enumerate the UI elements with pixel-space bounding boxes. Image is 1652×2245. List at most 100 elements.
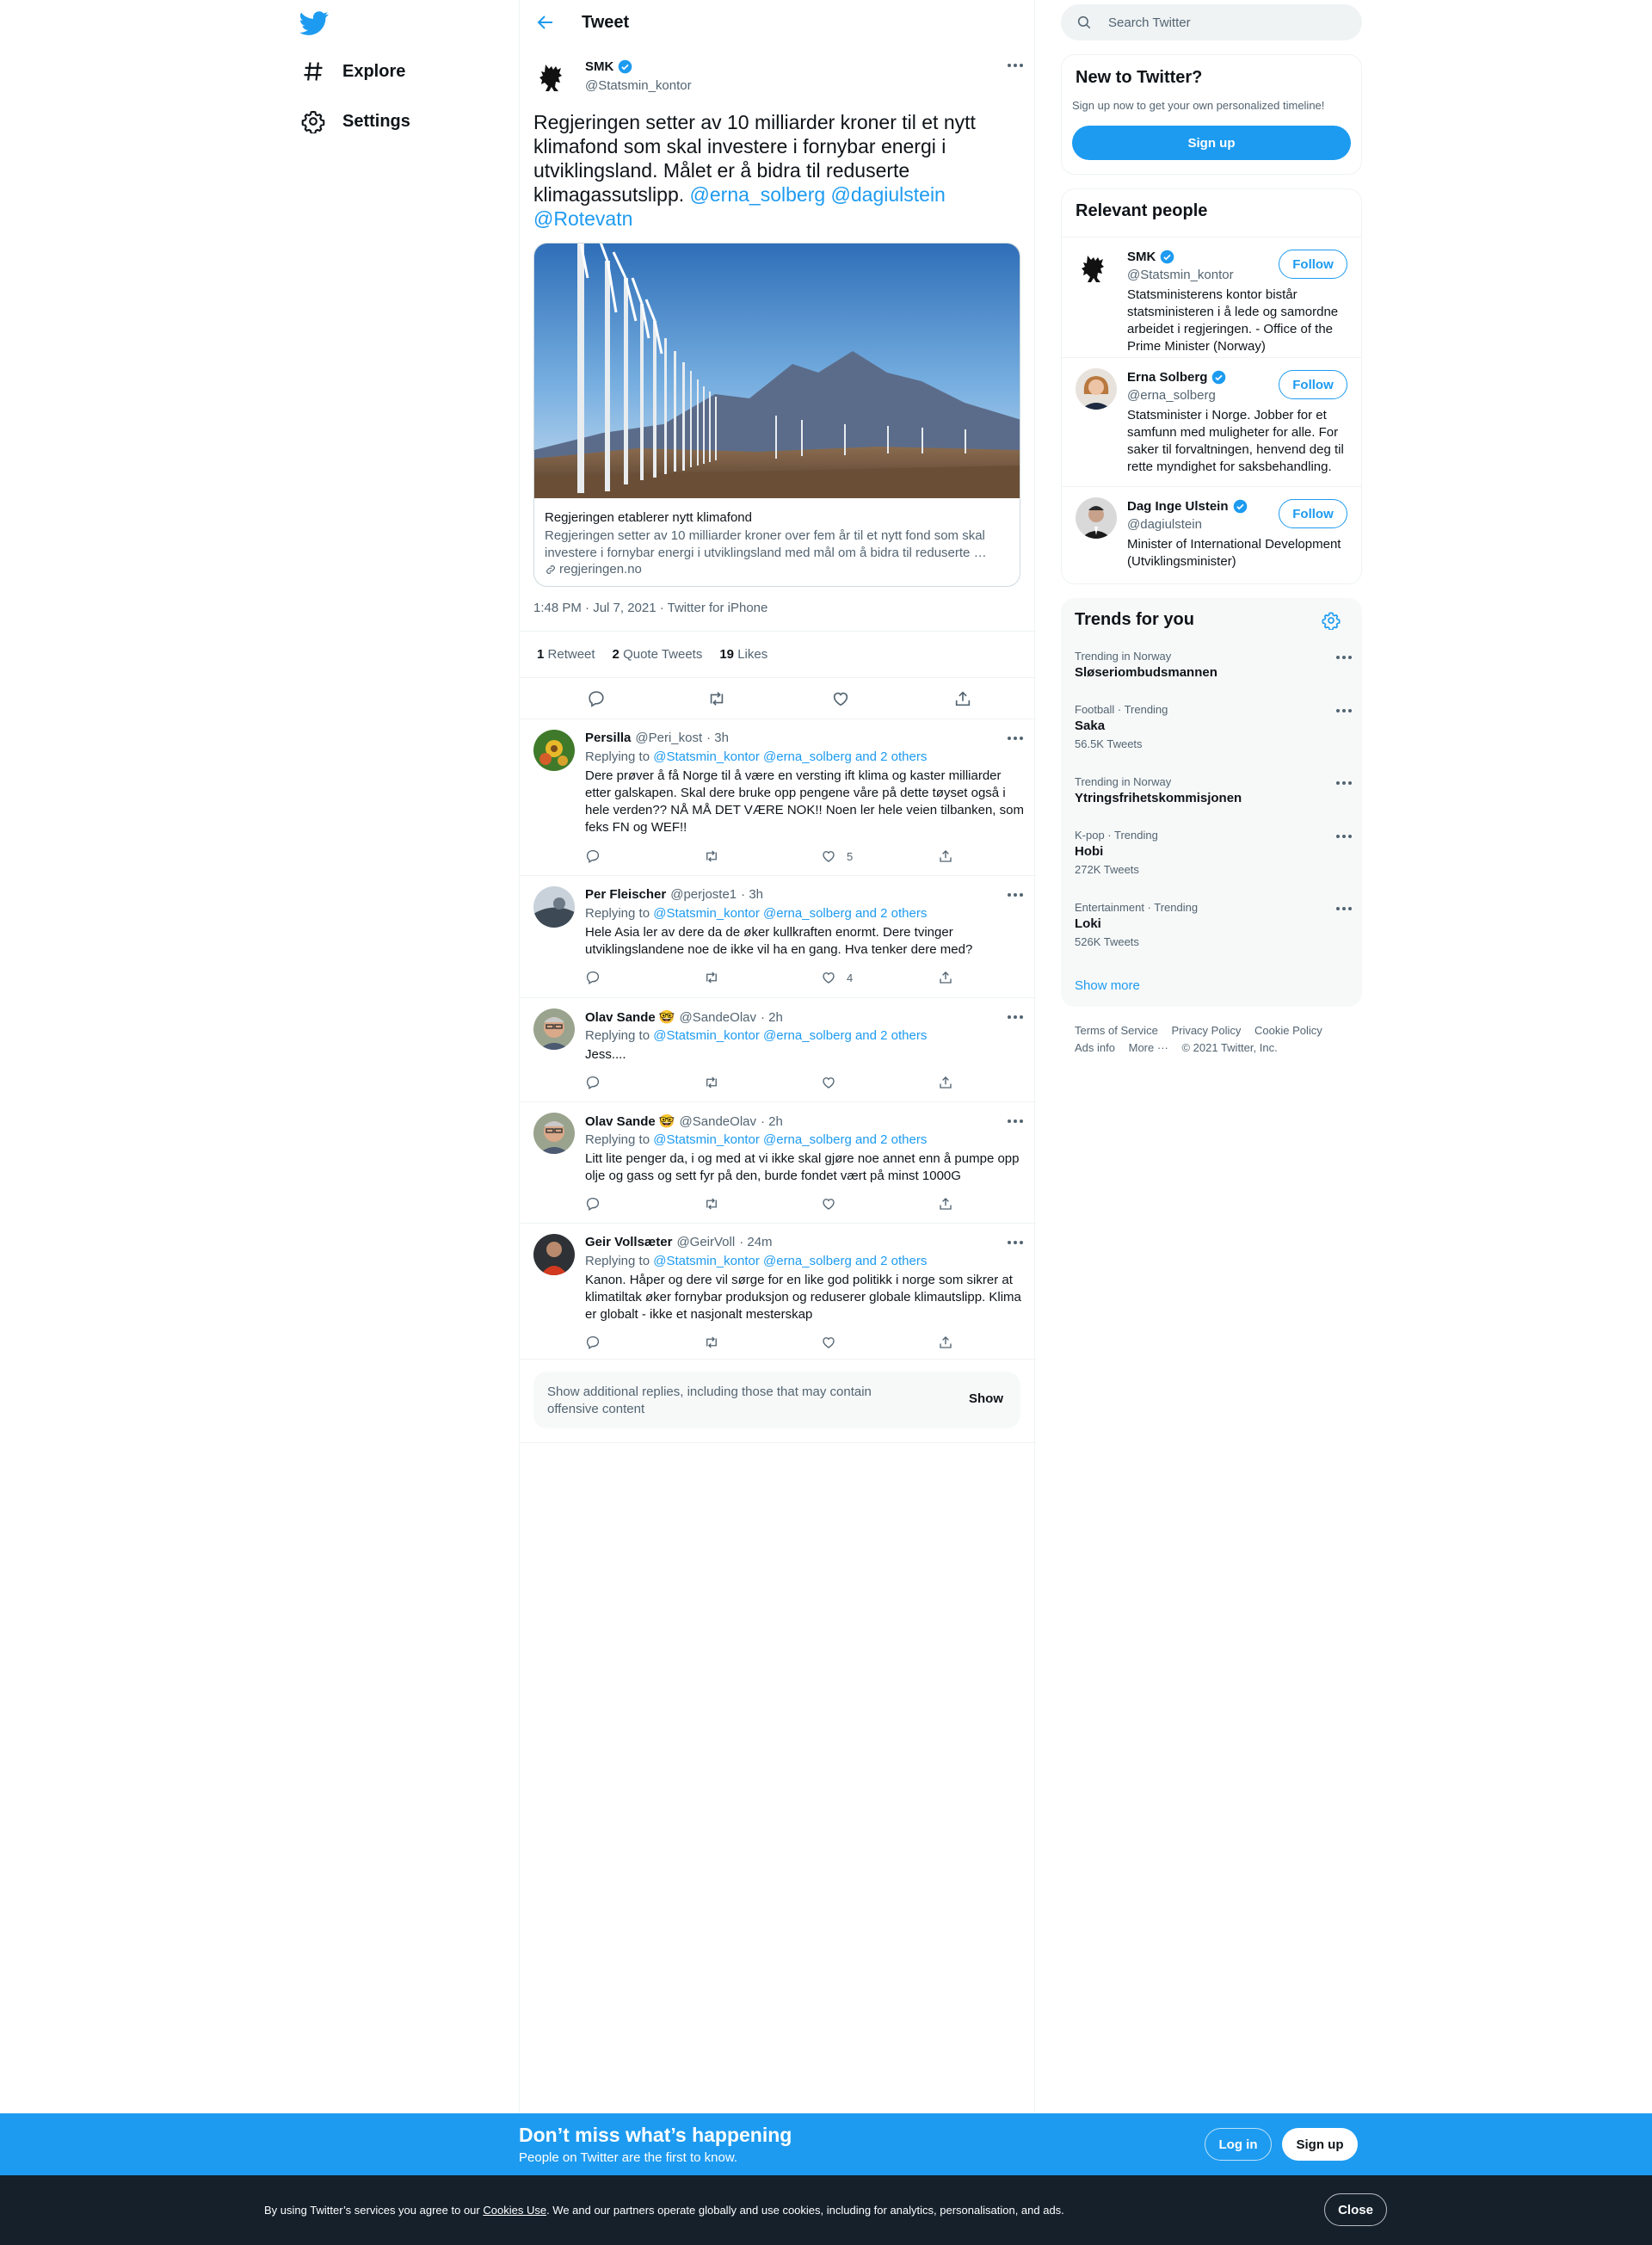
reply-time[interactable]: · 24m: [739, 1235, 772, 1249]
more-icon[interactable]: [1006, 735, 1025, 742]
follow-button[interactable]: Follow: [1279, 370, 1347, 399]
reply-author-handle[interactable]: @SandeOlav: [680, 1114, 756, 1129]
show-button[interactable]: Show: [969, 1391, 1003, 1406]
trend-item[interactable]: Trending in Norway Sløseriombudsmannen: [1075, 650, 1353, 680]
avatar[interactable]: [533, 57, 575, 98]
reply-icon[interactable]: [587, 689, 606, 708]
reply-author-name[interactable]: Olav Sande 🤓: [585, 1009, 675, 1025]
more-icon[interactable]: [1006, 1118, 1025, 1125]
replying-to-links[interactable]: @Statsmin_kontor @erna_solberg and 2 oth…: [653, 1028, 927, 1043]
reply-icon[interactable]: [585, 970, 601, 985]
link-card[interactable]: Regjeringen etablerer nytt klimafond Reg…: [533, 243, 1020, 587]
trends-show-more-link[interactable]: Show more: [1075, 978, 1140, 993]
reply-tweet[interactable]: Per Fleischer @perjoste1 · 3h Replying t…: [520, 876, 1036, 998]
reply-time[interactable]: · 2h: [761, 1010, 783, 1025]
replying-to-links[interactable]: @Statsmin_kontor @erna_solberg and 2 oth…: [653, 906, 927, 921]
author-handle[interactable]: @Statsmin_kontor: [585, 78, 692, 93]
nav-explore[interactable]: Explore: [301, 54, 405, 89]
avatar[interactable]: [533, 1234, 575, 1275]
footer-link[interactable]: Terms of Service: [1075, 1024, 1158, 1037]
share-icon[interactable]: [953, 689, 972, 708]
share-icon[interactable]: [938, 970, 953, 985]
trend-item[interactable]: K-pop · Trending Hobi 272K Tweets: [1075, 829, 1353, 876]
reply-tweet[interactable]: Olav Sande 🤓 @SandeOlav · 2h Replying to…: [520, 1102, 1036, 1224]
reply-author-handle[interactable]: @Peri_kost: [635, 731, 702, 745]
reply-author-handle[interactable]: @GeirVoll: [676, 1235, 735, 1249]
avatar[interactable]: [533, 886, 575, 928]
retweet-icon[interactable]: [704, 848, 719, 864]
avatar[interactable]: [1076, 368, 1117, 410]
mention-link[interactable]: @erna_solberg: [690, 183, 826, 206]
reply-icon[interactable]: [585, 1075, 601, 1090]
log-in-button[interactable]: Log in: [1205, 2128, 1272, 2161]
reply-time[interactable]: · 3h: [741, 887, 763, 902]
like-icon[interactable]: 4: [821, 970, 853, 985]
replying-to-links[interactable]: @Statsmin_kontor @erna_solberg and 2 oth…: [653, 749, 927, 764]
trend-item[interactable]: Entertainment · Trending Loki 526K Tweet…: [1075, 901, 1353, 948]
reply-author-name[interactable]: Persilla: [585, 731, 631, 745]
avatar[interactable]: [533, 730, 575, 771]
back-arrow-icon[interactable]: [535, 12, 558, 34]
nav-settings[interactable]: Settings: [301, 104, 410, 139]
reply-tweet[interactable]: Geir Vollsæter @GeirVoll · 24m Replying …: [520, 1224, 1036, 1360]
follow-button[interactable]: Follow: [1279, 499, 1347, 528]
retweet-icon[interactable]: [704, 1075, 719, 1090]
twitter-logo-icon[interactable]: [299, 9, 330, 40]
footer-link[interactable]: Cookie Policy: [1254, 1024, 1322, 1037]
cookies-use-link[interactable]: Cookies Use: [483, 2204, 546, 2217]
replying-to-links[interactable]: @Statsmin_kontor @erna_solberg and 2 oth…: [653, 1132, 927, 1147]
reply-author-name[interactable]: Olav Sande 🤓: [585, 1113, 675, 1129]
like-icon[interactable]: [821, 1196, 847, 1212]
tweet-author[interactable]: SMK: [585, 59, 632, 74]
reply-tweet[interactable]: Persilla @Peri_kost · 3h Replying to @St…: [520, 719, 1036, 876]
trend-item[interactable]: Football · Trending Saka 56.5K Tweets: [1075, 703, 1352, 750]
follow-button[interactable]: Follow: [1279, 250, 1347, 279]
footer-link[interactable]: More ···: [1129, 1041, 1168, 1054]
like-icon[interactable]: 5: [821, 848, 853, 864]
sign-up-button[interactable]: Sign up: [1282, 2128, 1358, 2161]
trend-item[interactable]: Trending in Norway Ytringsfrihetskommisj…: [1075, 775, 1353, 805]
reply-author-name[interactable]: Geir Vollsæter: [585, 1235, 672, 1249]
more-icon[interactable]: [1006, 62, 1025, 69]
avatar[interactable]: [533, 1113, 575, 1154]
more-icon[interactable]: [1335, 780, 1353, 786]
retweet-icon[interactable]: [704, 970, 719, 985]
reply-author-handle[interactable]: @SandeOlav: [680, 1010, 756, 1025]
footer-link[interactable]: Ads info: [1075, 1041, 1115, 1054]
person-card[interactable]: SMK @Statsmin_kontor Statsministerens ko…: [1062, 237, 1361, 357]
like-icon[interactable]: [831, 689, 850, 708]
sign-up-button[interactable]: Sign up: [1072, 126, 1351, 160]
reply-icon[interactable]: [585, 1335, 601, 1350]
replying-to-links[interactable]: @Statsmin_kontor @erna_solberg and 2 oth…: [653, 1254, 927, 1268]
footer-link[interactable]: Privacy Policy: [1171, 1024, 1241, 1037]
more-icon[interactable]: [1006, 1239, 1025, 1246]
close-button[interactable]: Close: [1324, 2193, 1387, 2226]
like-icon[interactable]: [821, 1075, 847, 1090]
retweet-icon[interactable]: [704, 1196, 719, 1212]
more-icon[interactable]: [1006, 1014, 1025, 1021]
person-card[interactable]: Erna Solberg @erna_solberg Statsminister…: [1062, 357, 1361, 486]
share-icon[interactable]: [938, 848, 953, 864]
share-icon[interactable]: [938, 1075, 953, 1090]
retweet-icon[interactable]: [704, 1335, 719, 1350]
like-count-link[interactable]: 19 Likes: [719, 647, 767, 662]
reply-icon[interactable]: [585, 1196, 601, 1212]
reply-tweet[interactable]: Olav Sande 🤓 @SandeOlav · 2h Replying to…: [520, 998, 1036, 1102]
gear-icon[interactable]: [1322, 611, 1341, 630]
avatar[interactable]: [1076, 497, 1117, 539]
retweet-count-link[interactable]: 1 Retweet: [537, 647, 595, 662]
mention-link[interactable]: @Rotevatn: [533, 207, 632, 230]
mention-link[interactable]: @dagiulstein: [831, 183, 946, 206]
quote-count-link[interactable]: 2 Quote Tweets: [613, 647, 703, 662]
more-icon[interactable]: [1006, 891, 1025, 898]
search-input[interactable]: [1108, 4, 1349, 40]
reply-time[interactable]: · 2h: [761, 1114, 783, 1129]
avatar[interactable]: [1076, 248, 1117, 289]
share-icon[interactable]: [938, 1335, 953, 1350]
more-icon[interactable]: [1335, 655, 1353, 660]
avatar[interactable]: [533, 1008, 575, 1050]
tweet-timestamp[interactable]: 1:48 PM · Jul 7, 2021 · Twitter for iPho…: [533, 601, 767, 615]
more-icon[interactable]: [1335, 834, 1353, 839]
reply-icon[interactable]: [585, 848, 601, 864]
more-icon[interactable]: [1335, 906, 1353, 911]
